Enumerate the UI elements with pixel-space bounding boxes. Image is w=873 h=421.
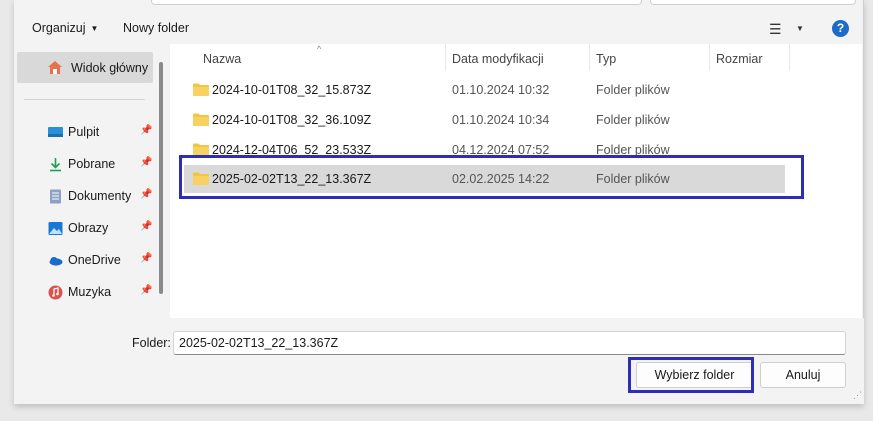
nav-item-onedrive[interactable]: OneDrive 📌 — [14, 247, 164, 273]
nav-item-music[interactable]: Muzyka 📌 — [14, 279, 164, 305]
pictures-icon — [48, 221, 63, 236]
dialog-footer: Folder: Wybierz folder Anuluj ⋰ — [14, 318, 864, 404]
column-header-name[interactable]: Nazwa — [170, 44, 446, 71]
desktop-icon — [48, 125, 63, 140]
file-date: 02.02.2025 14:22 — [452, 172, 550, 186]
address-bar[interactable] — [151, 0, 642, 5]
pin-icon: 📌 — [140, 285, 153, 296]
search-box[interactable] — [650, 0, 856, 5]
nav-item-label: Dokumenty — [68, 189, 132, 203]
file-type: Folder plików — [596, 172, 670, 186]
file-date: 01.10.2024 10:34 — [452, 113, 550, 127]
home-icon — [47, 60, 63, 78]
download-icon — [48, 157, 63, 172]
nav-item-downloads[interactable]: Pobrane 📌 — [14, 151, 164, 177]
folder-icon — [193, 113, 209, 126]
music-icon — [48, 285, 63, 300]
onedrive-icon — [48, 253, 63, 268]
organize-button[interactable]: Organizuj ▼ — [32, 21, 98, 35]
table-row[interactable]: 2024-12-04T06_52_23.533Z 04.12.2024 07:5… — [170, 136, 862, 164]
folder-icon — [193, 143, 209, 156]
file-type: Folder plików — [596, 83, 670, 97]
navigation-pane: Widok główny Pulpit 📌 Pobrane 📌 Dokument… — [14, 44, 168, 318]
nav-scrollbar[interactable] — [159, 62, 163, 294]
organize-label: Organizuj — [32, 21, 86, 35]
file-date: 04.12.2024 07:52 — [452, 143, 550, 157]
nav-item-partial — [14, 311, 164, 318]
view-options-chevron-icon[interactable]: ▼ — [796, 24, 804, 33]
file-list: Nazwa ^ Data modyfikacji Typ Rozmiar 202… — [170, 44, 862, 318]
select-folder-button[interactable]: Wybierz folder — [636, 362, 753, 388]
column-header-size[interactable]: Rozmiar — [710, 44, 790, 71]
nav-item-label: OneDrive — [68, 253, 121, 267]
pin-icon: 📌 — [140, 221, 153, 232]
toolbar: Organizuj ▼ Nowy folder ☰ ▼ ? — [14, 14, 864, 44]
nav-item-documents[interactable]: Dokumenty 📌 — [14, 183, 164, 209]
folder-field[interactable] — [173, 331, 846, 355]
table-row[interactable]: 2024-10-01T08_32_15.873Z 01.10.2024 10:3… — [170, 76, 862, 104]
nav-item-desktop[interactable]: Pulpit 📌 — [14, 119, 164, 145]
column-header-type[interactable]: Typ — [590, 44, 710, 71]
folder-picker-dialog: Organizuj ▼ Nowy folder ☰ ▼ ? Widok główn… — [14, 0, 864, 404]
address-bar-strip — [14, 0, 864, 14]
nav-item-label: Obrazy — [68, 221, 109, 235]
file-type: Folder plików — [596, 143, 670, 157]
folder-field-label: Folder: — [132, 336, 171, 350]
resize-grip-icon[interactable]: ⋰ — [853, 390, 862, 401]
new-folder-button[interactable]: Nowy folder — [123, 21, 189, 35]
nav-item-label: Muzyka — [68, 285, 112, 299]
nav-item-label: Pobrane — [68, 157, 116, 171]
sort-ascending-icon: ^ — [317, 44, 322, 54]
help-icon[interactable]: ? — [832, 20, 849, 37]
file-date: 01.10.2024 10:32 — [452, 83, 550, 97]
nav-item-label: Pulpit — [68, 125, 100, 139]
file-name: 2024-12-04T06_52_23.533Z — [212, 143, 372, 157]
nav-home-label: Widok główny — [71, 61, 149, 75]
pin-icon: 📌 — [140, 253, 153, 264]
list-view-icon[interactable]: ☰ — [769, 21, 782, 38]
nav-divider — [24, 99, 145, 100]
pin-icon: 📌 — [140, 189, 153, 200]
file-name: 2024-10-01T08_32_15.873Z — [212, 83, 372, 97]
pin-icon: 📌 — [140, 157, 153, 168]
chevron-down-icon: ▼ — [90, 24, 99, 33]
table-row[interactable]: 2024-10-01T08_32_36.109Z 01.10.2024 10:3… — [170, 106, 862, 134]
table-row-selected[interactable]: 2025-02-02T13_22_13.367Z 02.02.2025 14:2… — [170, 165, 862, 193]
nav-item-pictures[interactable]: Obrazy 📌 — [14, 215, 164, 241]
nav-item-home[interactable]: Widok główny — [17, 52, 153, 83]
folder-icon — [193, 83, 209, 96]
file-name: 2024-10-01T08_32_36.109Z — [212, 113, 372, 127]
column-header-date[interactable]: Data modyfikacji — [446, 44, 590, 71]
folder-icon — [193, 172, 209, 185]
file-name: 2025-02-02T13_22_13.367Z — [212, 172, 372, 186]
pin-icon: 📌 — [140, 125, 153, 136]
documents-icon — [48, 189, 63, 204]
cancel-button[interactable]: Anuluj — [760, 362, 846, 388]
file-type: Folder plików — [596, 113, 670, 127]
